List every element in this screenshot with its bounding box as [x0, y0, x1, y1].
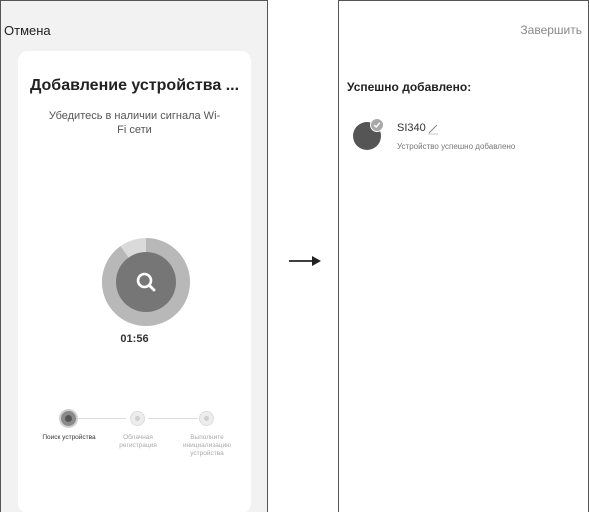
step-label-cloud: Облачная регистрация [119, 434, 157, 449]
step-connector [76, 418, 126, 419]
pencil-icon[interactable] [427, 122, 439, 140]
adding-device-card: Добавление устройства ... Убедитесь в на… [18, 51, 251, 512]
device-added-screen: Завершить Успешно добавлено: SI340 Устро… [338, 0, 589, 512]
page-title: Добавление устройства ... [29, 77, 240, 94]
check-icon [370, 118, 384, 132]
search-progress-ring [102, 238, 190, 326]
success-title: Успешно добавлено: [347, 80, 472, 94]
step-dot-init [199, 411, 214, 426]
device-list-item[interactable]: SI340 Устройство успешно добавлено [353, 118, 583, 158]
step-dot-cloud [130, 411, 145, 426]
step-label-init: Выполните инициализацию устройства [182, 434, 232, 457]
countdown-timer: 01:56 [120, 333, 149, 345]
device-name: SI340 [397, 122, 426, 134]
step-label-search: Поиск устройства [42, 434, 96, 441]
right-arrow-icon [288, 254, 322, 273]
step-dot-search [61, 411, 76, 426]
finish-button[interactable]: Завершить [520, 23, 582, 37]
wifi-hint: Убедитесь в наличии сигнала Wi-Fi сети [48, 110, 221, 136]
device-status: Устройство успешно добавлено [397, 142, 516, 151]
adding-device-screen: Отмена Добавление устройства ... Убедите… [0, 0, 268, 512]
progress-steps: Поиск устройства Облачная регистрация Вы… [18, 411, 251, 491]
search-icon [116, 252, 176, 312]
cancel-button[interactable]: Отмена [4, 23, 51, 38]
step-connector [148, 418, 198, 419]
